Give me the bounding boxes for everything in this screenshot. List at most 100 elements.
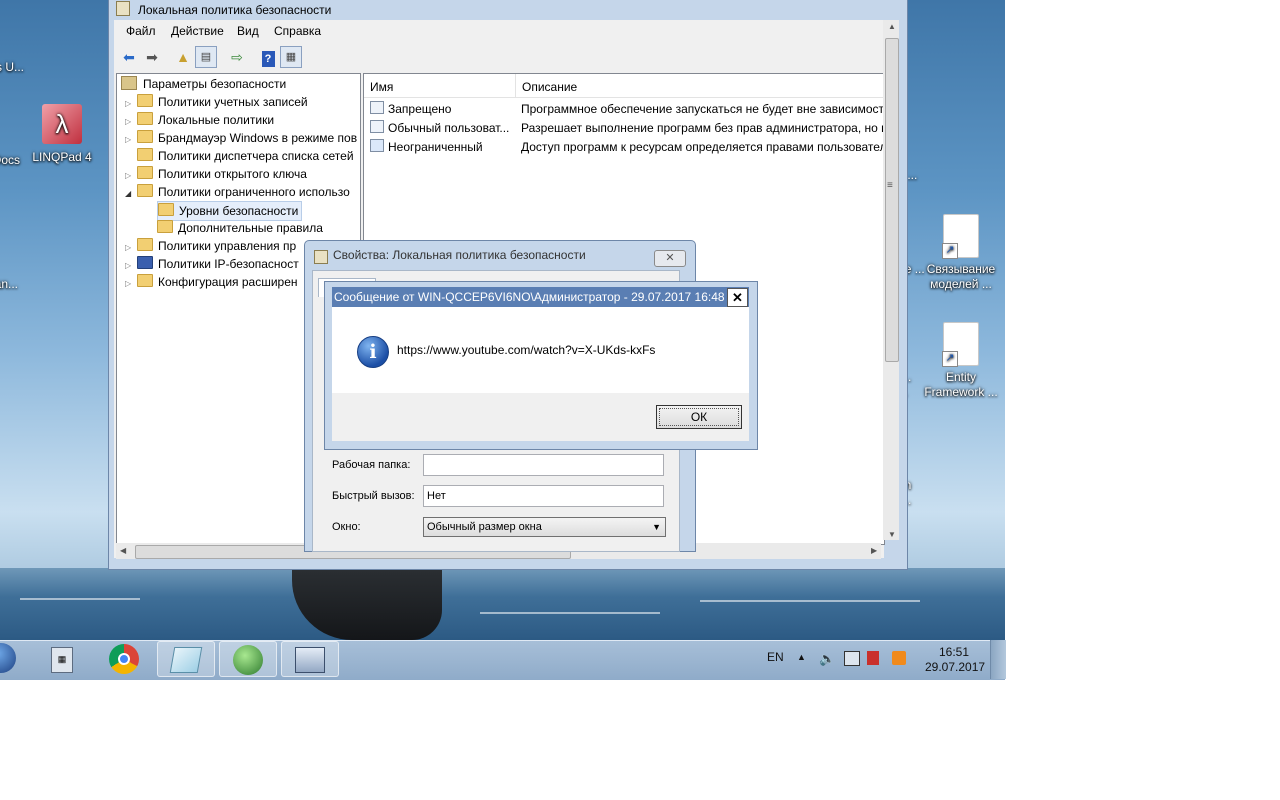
properties-icon[interactable]: ▦ xyxy=(280,46,302,68)
folder-icon xyxy=(137,130,153,143)
list-item[interactable]: Обычный пользоват... xyxy=(370,119,509,137)
tree-label: Локальные политики xyxy=(158,113,275,127)
column-header-name[interactable]: Имя xyxy=(364,74,516,98)
calculator-icon: ▦ xyxy=(51,647,73,673)
taskbar-chrome[interactable] xyxy=(95,641,153,677)
window-size-select[interactable]: Обычный размер окна ▼ xyxy=(423,517,666,537)
tree-label: Дополнительные правила xyxy=(178,221,323,235)
tree-label: Политики IP-безопасност xyxy=(158,257,299,271)
list-item-name: Запрещено xyxy=(388,102,452,116)
menu-view[interactable]: Вид xyxy=(237,24,259,38)
taskbar-network[interactable] xyxy=(219,641,277,677)
network-status-icon[interactable] xyxy=(844,651,860,666)
scroll-left-icon[interactable]: ◀ xyxy=(120,546,126,555)
language-indicator[interactable]: EN xyxy=(767,650,784,664)
export-icon[interactable]: ⇨ xyxy=(226,46,248,68)
desktop-fragment[interactable]: an... xyxy=(0,277,18,292)
tree-label: Политики управления пр xyxy=(158,239,297,253)
security-level-icon xyxy=(370,120,384,133)
tree-item-software-restriction[interactable]: ◢ Политики ограниченного использо xyxy=(125,183,350,201)
app-icon xyxy=(116,1,130,16)
menu-help[interactable]: Справка xyxy=(274,24,321,38)
workdir-label: Рабочая папка: xyxy=(332,459,411,471)
up-folder-icon[interactable]: ▲ xyxy=(172,46,194,68)
tree-root[interactable]: Параметры безопасности xyxy=(121,75,286,93)
message-close-button[interactable]: ✕ xyxy=(727,288,748,307)
list-item[interactable]: Запрещено xyxy=(370,100,451,118)
menu-action[interactable]: Действие xyxy=(171,24,224,38)
wave xyxy=(20,598,140,600)
ok-button[interactable]: ОК xyxy=(656,405,742,429)
monitor-icon xyxy=(295,647,325,673)
show-hide-tree-icon[interactable]: ▤ xyxy=(195,46,217,68)
tree-item-public-key[interactable]: ▷ Политики открытого ключа xyxy=(125,165,307,183)
workdir-field[interactable] xyxy=(423,454,664,476)
tree-item-network-list[interactable]: Политики диспетчера списка сетей xyxy=(125,147,354,165)
back-icon[interactable]: ⬅ xyxy=(118,46,140,68)
tray-app-icon[interactable] xyxy=(892,651,906,665)
taskbar-remote-desktop[interactable] xyxy=(281,641,339,677)
tree-item-local-policies[interactable]: ▷ Локальные политики xyxy=(125,111,274,129)
column-header-description[interactable]: Описание xyxy=(516,74,884,98)
tree-item-app-control[interactable]: ▷ Политики управления пр xyxy=(125,237,296,255)
show-hidden-icons[interactable]: ▲ xyxy=(797,652,806,662)
taskbar-notepad[interactable] xyxy=(157,641,215,677)
list-item-name: Обычный пользоват... xyxy=(388,121,510,135)
chevron-down-icon: ▼ xyxy=(652,522,661,532)
tree-label: Политики диспетчера списка сетей xyxy=(158,149,354,163)
properties-close-button[interactable]: ✕ xyxy=(654,250,686,267)
tree-label: Уровни безопасности xyxy=(179,204,299,218)
folder-icon xyxy=(137,148,153,161)
tree-item-advanced-config[interactable]: ▷ Конфигурация расширен xyxy=(125,273,298,291)
properties-title: Свойства: Локальная политика безопасност… xyxy=(333,248,586,262)
collapse-arrow-icon[interactable]: ◢ xyxy=(125,185,137,203)
desktop-icon-label: Entity Framework ... xyxy=(924,370,998,399)
desktop-fragment[interactable]: s U... xyxy=(0,60,24,75)
security-settings-icon xyxy=(121,76,137,90)
security-level-icon xyxy=(370,101,384,114)
tree-item-firewall[interactable]: ▷ Брандмауэр Windows в режиме пов xyxy=(125,129,357,147)
folder-icon xyxy=(157,220,173,233)
document-icon: ↗ xyxy=(942,214,979,259)
ip-security-icon xyxy=(137,256,153,269)
security-level-default-icon xyxy=(370,139,384,152)
clock[interactable]: 16:51 29.07.2017 xyxy=(925,645,985,674)
taskbar-calculator[interactable]: ▦ xyxy=(33,641,91,677)
expand-arrow-icon[interactable]: ▷ xyxy=(125,275,137,293)
folder-icon xyxy=(137,94,153,107)
list-item-description: Программное обеспечение запускаться не б… xyxy=(521,102,885,116)
window-size-value: Обычный размер окна xyxy=(427,521,542,533)
wave xyxy=(700,600,920,602)
notepad-icon xyxy=(169,647,203,673)
window-titlebar[interactable]: Локальная политика безопасности xyxy=(116,0,876,20)
menu-file[interactable]: Файл xyxy=(126,24,156,38)
hotkey-field[interactable]: Нет xyxy=(423,485,664,507)
scroll-up-icon[interactable]: ▲ xyxy=(888,22,896,31)
globe-icon xyxy=(233,645,263,675)
message-text: https://www.youtube.com/watch?v=X-UKds-k… xyxy=(397,343,656,357)
message-title: Сообщение от WIN-QCCEP6VI6NO\Администрат… xyxy=(334,290,725,304)
action-center-icon[interactable] xyxy=(867,651,879,665)
desktop-icon-linqpad[interactable]: λ LINQPad 4 xyxy=(22,104,102,165)
desktop-icon-model-binding[interactable]: ↗ Связывание моделей ... xyxy=(921,214,1001,292)
volume-icon[interactable]: 🔈 xyxy=(819,651,835,667)
tree-label: Параметры безопасности xyxy=(143,77,287,91)
linqpad-icon: λ xyxy=(42,104,82,144)
tree-item-security-levels[interactable]: Уровни безопасности xyxy=(157,201,303,221)
show-desktop-button[interactable] xyxy=(990,640,1006,679)
tree-item-additional-rules[interactable]: Дополнительные правила xyxy=(157,219,323,237)
desktop-icon-entity-framework[interactable]: ↗ Entity Framework ... xyxy=(921,322,1001,400)
help-icon[interactable]: ? xyxy=(257,46,279,68)
scroll-down-icon[interactable]: ▼ xyxy=(888,530,896,539)
folder-icon xyxy=(137,238,153,251)
list-item[interactable]: Неограниченный xyxy=(370,138,483,156)
tree-item-account-policies[interactable]: ▷ Политики учетных записей xyxy=(125,93,308,111)
folder-icon xyxy=(137,274,153,287)
scroll-right-icon[interactable]: ▶ xyxy=(871,546,877,555)
tree-item-ip-security[interactable]: ▷ Политики IP-безопасност xyxy=(125,255,299,273)
vertical-scrollbar-thumb[interactable] xyxy=(885,38,899,362)
desktop-fragment[interactable]: Docs xyxy=(0,153,20,168)
tree-label: Конфигурация расширен xyxy=(158,275,298,289)
forward-icon[interactable]: ➡ xyxy=(141,46,163,68)
info-icon: i xyxy=(357,336,389,368)
